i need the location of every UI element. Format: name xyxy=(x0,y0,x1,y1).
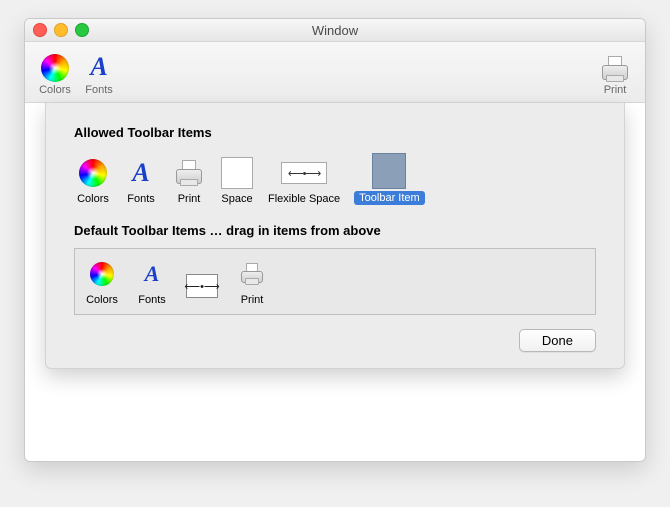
generic-item-icon xyxy=(372,153,406,189)
allowed-item-colors[interactable]: Colors xyxy=(76,158,110,205)
toolbar-item-print[interactable]: Print xyxy=(593,56,637,96)
window-toolbar: Colors A Fonts Print xyxy=(25,42,645,103)
colors-icon xyxy=(90,262,114,286)
colors-icon xyxy=(41,54,69,82)
colors-icon xyxy=(79,159,107,187)
fonts-icon: A xyxy=(132,158,149,188)
allowed-items-title: Allowed Toolbar Items xyxy=(74,125,596,140)
item-label: Space xyxy=(221,193,252,205)
fonts-icon: A xyxy=(90,52,107,82)
item-label: Print xyxy=(241,294,264,306)
window-title: Window xyxy=(25,23,645,38)
toolbar-label: Colors xyxy=(39,84,71,96)
content-area: Allowed Toolbar Items Colors A Fonts Pri… xyxy=(25,103,645,461)
space-icon xyxy=(221,157,253,189)
default-item-flexible-space[interactable]: ⟵•⟶ xyxy=(185,271,219,306)
default-item-print[interactable]: Print xyxy=(235,259,269,306)
allowed-item-toolbar-item[interactable]: Toolbar Item xyxy=(354,156,425,205)
toolbar-item-fonts[interactable]: A Fonts xyxy=(77,52,121,96)
allowed-item-print[interactable]: Print xyxy=(172,158,206,205)
item-label: Fonts xyxy=(127,193,155,205)
toolbar-label: Fonts xyxy=(85,84,113,96)
item-label: Print xyxy=(178,193,201,205)
default-items-title: Default Toolbar Items … drag in items fr… xyxy=(74,223,596,238)
allowed-item-fonts[interactable]: A Fonts xyxy=(124,158,158,205)
item-label: Fonts xyxy=(138,294,166,306)
item-label: Colors xyxy=(77,193,109,205)
item-label: Flexible Space xyxy=(268,193,340,205)
allowed-item-space[interactable]: Space xyxy=(220,158,254,205)
done-button[interactable]: Done xyxy=(519,329,596,352)
print-icon xyxy=(239,263,265,285)
default-item-colors[interactable]: Colors xyxy=(85,259,119,306)
customize-toolbar-sheet: Allowed Toolbar Items Colors A Fonts Pri… xyxy=(45,103,625,369)
allowed-item-flexible-space[interactable]: ⟵•⟶ Flexible Space xyxy=(268,158,340,205)
button-row: Done xyxy=(74,329,596,352)
flexible-space-icon: ⟵•⟶ xyxy=(186,274,218,298)
print-icon xyxy=(174,160,204,186)
toolbar-item-colors[interactable]: Colors xyxy=(33,54,77,96)
default-items-box[interactable]: Colors A Fonts ⟵•⟶ Print xyxy=(74,248,596,315)
item-label: Colors xyxy=(86,294,118,306)
titlebar: Window xyxy=(25,19,645,42)
flexible-space-icon: ⟵•⟶ xyxy=(281,162,327,184)
fonts-icon: A xyxy=(145,261,160,287)
print-icon xyxy=(600,56,630,82)
item-label: Toolbar Item xyxy=(354,191,425,205)
toolbar-label: Print xyxy=(604,84,627,96)
default-item-fonts[interactable]: A Fonts xyxy=(135,259,169,306)
app-window: Window Colors A Fonts Print Allowed Tool… xyxy=(24,18,646,462)
allowed-items-row: Colors A Fonts Print Space ⟵•⟶ Flexible … xyxy=(74,150,596,223)
